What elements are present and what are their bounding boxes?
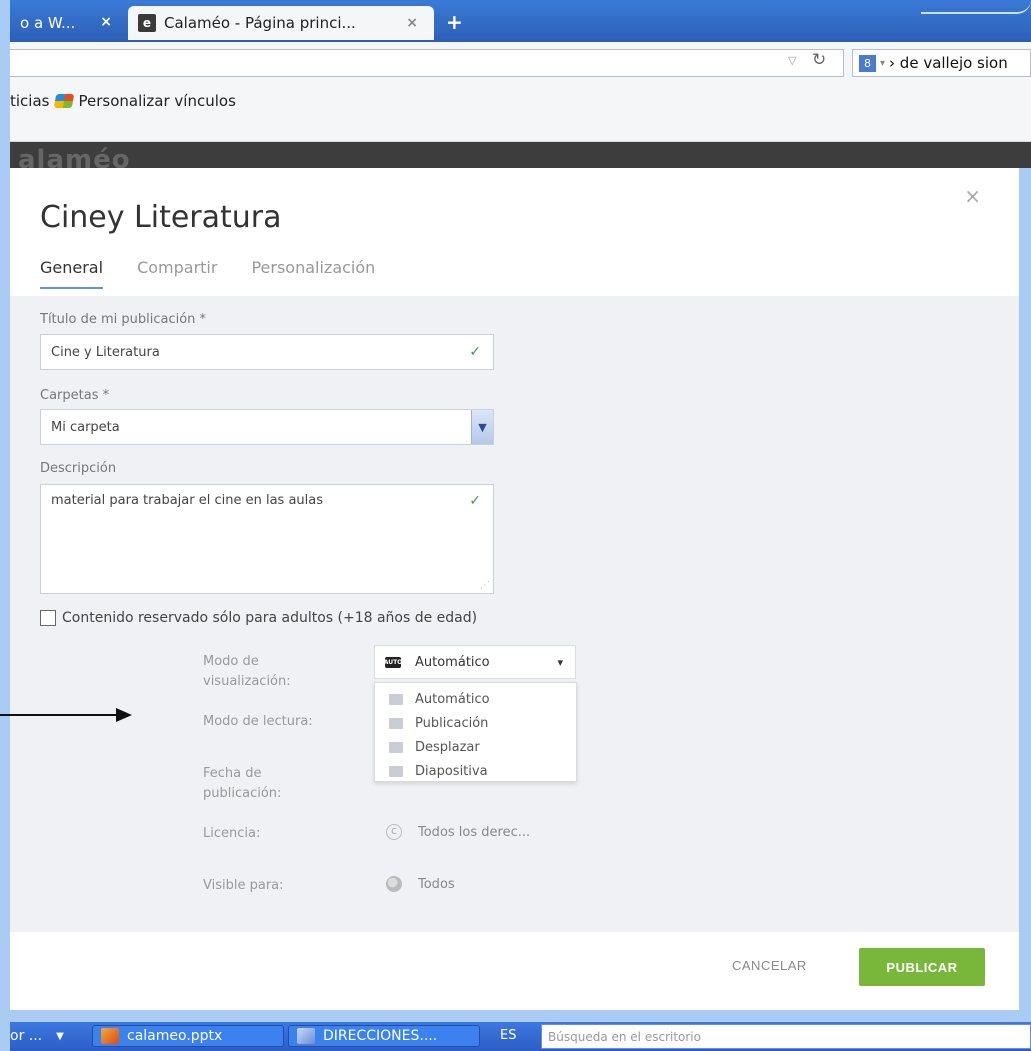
bookmark-news[interactable]: ticias [10, 92, 49, 110]
copyright-icon [386, 824, 402, 840]
search-value: › de vallejo sion [889, 54, 1008, 72]
menu-item-label: Diapositiva [415, 763, 488, 779]
taskbar-item-label: DIRECCIONES.... [323, 1028, 438, 1044]
reading-mode-label: Modo de lectura: [203, 714, 313, 729]
new-tab-button[interactable]: + [446, 10, 463, 34]
close-icon[interactable]: × [964, 184, 981, 208]
description-field-label: Descripción [40, 461, 117, 476]
modal-header: × Ciney Literatura General Compartir Per… [10, 168, 1019, 296]
search-input[interactable]: 8 ▾ › de vallejo sion [852, 49, 1031, 77]
title-input[interactable]: Cine y Literatura ✓ [40, 334, 494, 370]
adult-content-row[interactable]: Contenido reservado sólo para adultos (+… [40, 610, 477, 626]
description-textarea[interactable]: material para trabajar el cine en las au… [40, 484, 494, 594]
license-value[interactable]: Todos los derec... [386, 824, 530, 840]
menu-item-slide[interactable]: Diapositiva [375, 759, 576, 783]
site-logo: alaméo [18, 145, 131, 168]
tab-label: Calaméo - Página princi... [164, 14, 356, 32]
adult-content-checkbox[interactable] [40, 610, 56, 626]
annotation-arrow-line [0, 714, 118, 716]
menu-item-publication[interactable]: Publicación [375, 711, 576, 735]
close-icon[interactable]: × [406, 15, 418, 31]
checkmark-icon: ✓ [469, 493, 481, 509]
title-input-value: Cine y Literatura [51, 344, 160, 360]
modal-footer: CANCELAR PUBLICAR [10, 932, 1019, 1010]
menu-item-scroll[interactable]: Desplazar [375, 735, 576, 759]
arrow-right-icon [116, 708, 132, 722]
description-value: material para trabajar el cine en las au… [51, 493, 324, 508]
license-text: Todos los derec... [418, 824, 531, 840]
taskbar-item-label: or ... [10, 1028, 43, 1044]
tab-customization[interactable]: Personalización [251, 258, 375, 289]
url-input[interactable] [10, 49, 844, 77]
desktop-search-placeholder: Búsqueda en el escritorio [548, 1029, 701, 1044]
window-frame-curve [921, 0, 1031, 14]
chevron-down-icon[interactable]: ▾ [880, 58, 885, 69]
globe-icon [386, 876, 402, 892]
chevron-down-icon[interactable]: ▼ [471, 410, 493, 444]
display-mode-label: Modo de visualización: [203, 654, 291, 689]
browser-tab-strip: o a W... × e Calaméo - Página princi... … [10, 0, 1031, 42]
adult-content-label: Contenido reservado sólo para adultos (+… [62, 610, 478, 626]
bookmarks-bar: ticias Personalizar vínculos [10, 86, 1031, 142]
publish-date-label: Fecha de publicación: [203, 766, 282, 801]
folder-field-label: Carpetas * [40, 388, 110, 403]
scroll-icon [389, 741, 403, 753]
powerpoint-icon [101, 1028, 119, 1044]
modal-tabs: General Compartir Personalización [40, 258, 375, 289]
windows-logo-icon [54, 93, 75, 108]
resize-grip-icon[interactable]: ⋰ [480, 580, 490, 591]
auto-mode-icon: AUTO [383, 656, 403, 668]
browser-tab-active[interactable]: e Calaméo - Página princi... × [128, 6, 434, 40]
menu-item-label: Publicación [415, 715, 489, 731]
taskbar-item-word[interactable]: DIRECCIONES.... [288, 1025, 480, 1047]
menu-item-label: Automático [415, 691, 490, 707]
license-label: Licencia: [203, 826, 261, 841]
taskbar-item-powerpoint[interactable]: calameo.pptx [92, 1025, 284, 1047]
desktop-search-input[interactable]: Búsqueda en el escritorio [541, 1024, 1031, 1049]
publish-button[interactable]: PUBLICAR [859, 948, 985, 986]
visibility-value[interactable]: Todos [386, 876, 455, 892]
modal-title: Ciney Literatura [40, 200, 282, 235]
url-history-dropdown-icon[interactable]: ▽ [788, 54, 796, 67]
chevron-down-icon[interactable]: ▼ [56, 1031, 64, 1042]
word-document-icon [297, 1028, 315, 1044]
bookmark-custom-links[interactable]: Personalizar vínculos [78, 92, 235, 110]
checkmark-icon: ✓ [469, 344, 481, 360]
navigation-bar: ▽ ↻ 8 ▾ › de vallejo sion [10, 42, 1031, 86]
folder-select-value: Mi carpeta [51, 419, 120, 435]
book-icon [389, 717, 403, 729]
title-field-label: Título de mi publicación * [40, 312, 207, 327]
folder-select[interactable]: Mi carpeta ▼ [40, 409, 494, 445]
visibility-label: Visible para: [203, 878, 284, 893]
site-header: alaméo [10, 142, 1031, 168]
taskbar-item-first[interactable]: or ... ▼ [10, 1025, 90, 1047]
calameo-favicon-icon: e [138, 14, 156, 32]
display-mode-selected: Automático [415, 654, 490, 670]
menu-item-label: Desplazar [415, 739, 480, 755]
display-mode-menu: Automático Publicación Desplazar Diaposi… [374, 682, 577, 782]
google-search-engine-icon[interactable]: 8 [859, 54, 876, 72]
auto-mode-icon [389, 693, 403, 705]
display-mode-select[interactable]: AUTO Automático ▾ [374, 645, 576, 679]
language-indicator[interactable]: ES [500, 1028, 516, 1043]
publication-settings-modal: × Ciney Literatura General Compartir Per… [10, 168, 1019, 1010]
close-icon[interactable]: × [100, 14, 112, 30]
taskbar-item-label: calameo.pptx [127, 1028, 223, 1044]
slide-icon [389, 765, 403, 777]
chevron-down-icon[interactable]: ▾ [557, 656, 563, 669]
browser-tab-inactive[interactable]: o a W... × [10, 6, 118, 40]
taskbar: or ... ▼ calameo.pptx DIRECCIONES.... ES… [10, 1022, 1031, 1051]
tab-share[interactable]: Compartir [137, 258, 217, 289]
tab-general[interactable]: General [40, 258, 104, 289]
cancel-button[interactable]: CANCELAR [732, 958, 807, 973]
tab-label: o a W... [20, 14, 76, 32]
reload-icon[interactable]: ↻ [812, 50, 826, 70]
menu-item-automatic[interactable]: Automático [375, 687, 576, 711]
visibility-text: Todos [418, 876, 455, 892]
